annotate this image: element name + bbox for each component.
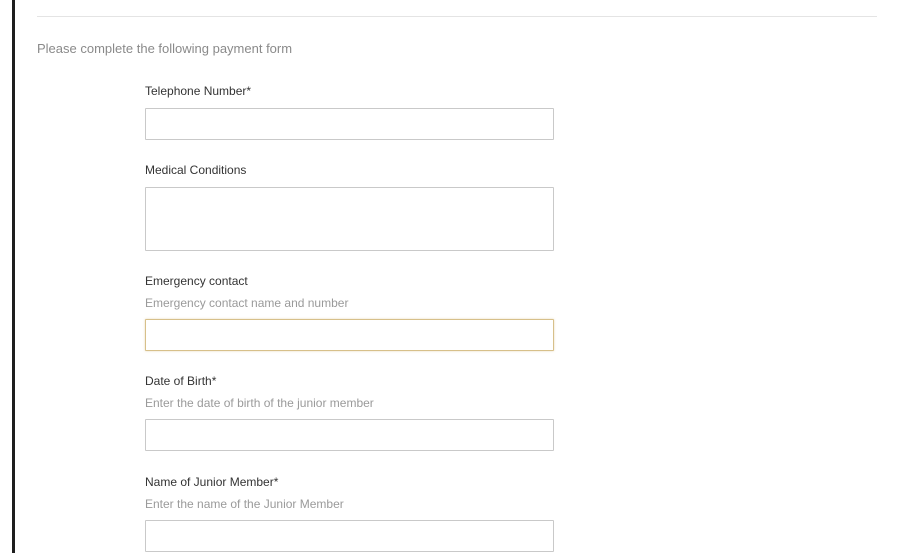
junior-member-name-label: Name of Junior Member* (145, 475, 279, 489)
form-intro-text: Please complete the following payment fo… (37, 41, 293, 56)
payment-form-page: Please complete the following payment fo… (0, 0, 899, 553)
date-of-birth-label: Date of Birth* (145, 374, 217, 388)
medical-conditions-field-group: Medical Conditions (145, 163, 555, 251)
date-of-birth-help: Enter the date of birth of the junior me… (145, 396, 374, 410)
telephone-input[interactable] (145, 108, 554, 140)
telephone-label: Telephone Number* (145, 84, 252, 98)
date-of-birth-input[interactable] (145, 419, 554, 451)
junior-member-name-help: Enter the name of the Junior Member (145, 497, 344, 511)
left-border-rule (12, 0, 15, 553)
medical-conditions-textarea[interactable] (145, 187, 554, 251)
telephone-field-group: Telephone Number* (145, 84, 555, 140)
medical-conditions-label: Medical Conditions (145, 163, 247, 177)
emergency-contact-label: Emergency contact (145, 274, 248, 288)
emergency-contact-help: Emergency contact name and number (145, 296, 349, 310)
emergency-contact-input[interactable] (145, 319, 554, 351)
date-of-birth-field-group: Date of Birth* Enter the date of birth o… (145, 374, 555, 451)
top-divider (37, 16, 877, 17)
emergency-contact-field-group: Emergency contact Emergency contact name… (145, 274, 555, 351)
junior-member-name-input[interactable] (145, 520, 554, 552)
junior-member-name-field-group: Name of Junior Member* Enter the name of… (145, 475, 555, 552)
